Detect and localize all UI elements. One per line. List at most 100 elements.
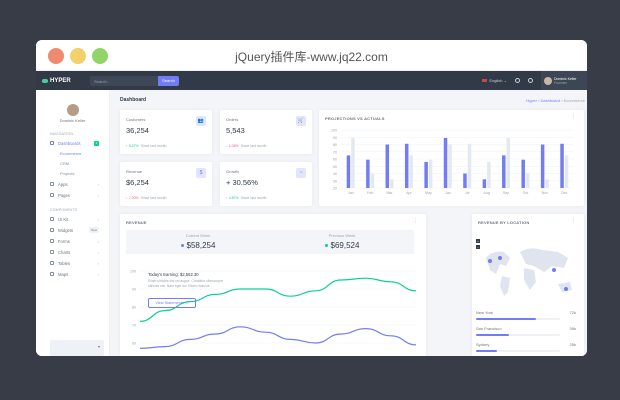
progress-fill — [476, 318, 537, 320]
pages-icon — [50, 193, 54, 197]
chevron-right-icon: › — [97, 238, 99, 244]
y-tick-label: 100 — [130, 270, 136, 274]
users-icon: 👥 — [196, 116, 206, 126]
sidebar-item-label: Dashboards — [58, 140, 81, 146]
bar — [351, 137, 355, 188]
x-tick-label: Mar — [386, 191, 393, 195]
badge: New — [88, 227, 99, 233]
chevron-right-icon: › — [97, 249, 99, 255]
bell-icon[interactable] — [515, 78, 520, 83]
badge: 4 — [94, 140, 99, 146]
sidebar-item-forms[interactable]: Forms › — [36, 237, 109, 245]
breadcrumb-item[interactable]: Hyper — [526, 98, 537, 103]
bar — [409, 155, 413, 188]
x-tick-label: Aug — [483, 191, 489, 195]
stat-card-revenue: Revenue $6,254 $ ↓ 7.00% Since last mont… — [120, 162, 212, 206]
stat-label: Revenue — [126, 169, 143, 174]
bar — [506, 137, 511, 188]
user-menu[interactable]: Dominic Keller Founder — [541, 71, 587, 90]
flag-icon — [482, 79, 488, 83]
topbar: HYPER Search... Search English ⌄ Dominic… — [36, 71, 587, 90]
search-button[interactable]: Search — [158, 75, 179, 86]
chevron-right-icon: › — [97, 192, 99, 198]
search-input[interactable]: Search... — [90, 75, 158, 86]
y-tick-label: 80 — [333, 143, 337, 147]
sidebar-sub-projects[interactable]: Projects — [36, 170, 109, 178]
sidebar-sub-ecommerce[interactable]: Ecommerce — [36, 150, 109, 158]
stat-footer: ↑ 5.27% Since last month — [126, 144, 167, 148]
avatar — [544, 76, 552, 85]
y-tick-label: 20 — [333, 187, 337, 191]
chevron-down-icon[interactable]: ▾ — [98, 344, 100, 349]
sidebar-item-widgets[interactable]: Widgets New — [36, 226, 109, 234]
sidebar-avatar[interactable] — [66, 104, 79, 116]
stat-value: 36,254 — [126, 126, 149, 135]
more-icon[interactable]: ⋮ — [571, 218, 576, 224]
language-selector[interactable]: English ⌄ — [482, 78, 507, 83]
stat-label: Customers — [126, 117, 146, 122]
sidebar-item-label: Tables — [58, 260, 71, 266]
sidebar-item-label: Maps — [58, 271, 69, 277]
gear-icon[interactable] — [528, 78, 533, 83]
progress-fill — [476, 334, 509, 336]
bar — [424, 161, 428, 188]
nav-section-title: NAVIGATION — [50, 132, 74, 136]
y-tick-label: 90 — [333, 136, 337, 140]
bar — [404, 143, 409, 188]
chevron-right-icon: › — [97, 271, 99, 277]
button-label: View Statements — [155, 301, 184, 305]
bar — [482, 179, 487, 188]
x-tick-label: Jan — [348, 191, 354, 195]
sidebar-item-charts[interactable]: Charts › — [36, 248, 109, 256]
user-role: Founder — [554, 80, 568, 85]
y-tick-label: 60 — [132, 342, 136, 346]
stat-card-customers: Customers 36,254 👥 ↑ 5.27% Since last mo… — [120, 110, 212, 154]
location-row: San Francisco 39k — [476, 326, 576, 336]
location-progress — [476, 350, 560, 352]
bar — [502, 155, 506, 188]
gift-icon — [50, 228, 54, 232]
location-value: 72k — [569, 310, 576, 315]
sidebar-item-dashboards[interactable]: Dashboards 4 — [36, 139, 109, 147]
x-tick-label: Oct — [523, 191, 529, 195]
breadcrumb-item[interactable]: Dashboard — [541, 98, 561, 103]
logo[interactable]: HYPER — [42, 78, 76, 84]
bar — [521, 159, 525, 188]
bar — [448, 144, 452, 188]
y-tick-label: 70 — [333, 150, 337, 154]
sidebar-item-pages[interactable]: Pages › — [36, 191, 109, 199]
stat-card-orders: Orders 5,543 🛒 ↓ 1.08% Since last month — [220, 110, 312, 154]
stat-label: Orders — [226, 117, 239, 122]
sidebar-item-maps[interactable]: Maps › — [36, 270, 109, 278]
bar — [366, 159, 370, 188]
sidebar-item-label: Widgets — [58, 227, 74, 233]
stat-value: $6,254 — [126, 178, 149, 187]
bar — [467, 143, 472, 188]
sidebar-item-uikit[interactable]: UI Kit › — [36, 215, 109, 223]
location-value: 25k — [569, 342, 576, 347]
stat-since: Since last month — [140, 144, 167, 148]
stat-footer: ↓ 7.00% Since last month — [126, 196, 167, 200]
sidebar-sub-crm[interactable]: CRM — [36, 160, 109, 168]
location-name: San Francisco — [476, 326, 502, 331]
x-tick-label: Dec — [561, 191, 568, 195]
sidebar-item-apps[interactable]: Apps › — [36, 180, 109, 188]
bar — [390, 179, 394, 188]
main-content: Dashboard Hyper › Dashboard › Ecommerce … — [110, 90, 587, 356]
view-statements-button[interactable]: View Statements → — [148, 298, 196, 308]
stat-change: ↑ 4.87% — [226, 196, 239, 200]
cart-icon: 🛒 — [296, 116, 306, 126]
x-tick-label: Jun — [445, 191, 451, 195]
stat-value: 5,543 — [226, 126, 245, 135]
bar — [560, 143, 564, 188]
components-section-title: COMPONENTS — [50, 208, 78, 212]
card-title: REVENUE BY LOCATION — [478, 220, 530, 225]
logo-text: HYPER — [50, 77, 71, 84]
y-tick-label: 60 — [333, 158, 337, 162]
world-map — [486, 248, 572, 296]
sidebar-item-label: Forms — [58, 238, 70, 244]
location-card: REVENUE BY LOCATION ⋮ + − New York 72k S… — [472, 214, 584, 356]
window-title: jQuery插件库-www.jq22.com — [235, 50, 388, 64]
sidebar-item-tables[interactable]: Tables › — [36, 259, 109, 267]
y-tick-label: 80 — [132, 306, 136, 310]
